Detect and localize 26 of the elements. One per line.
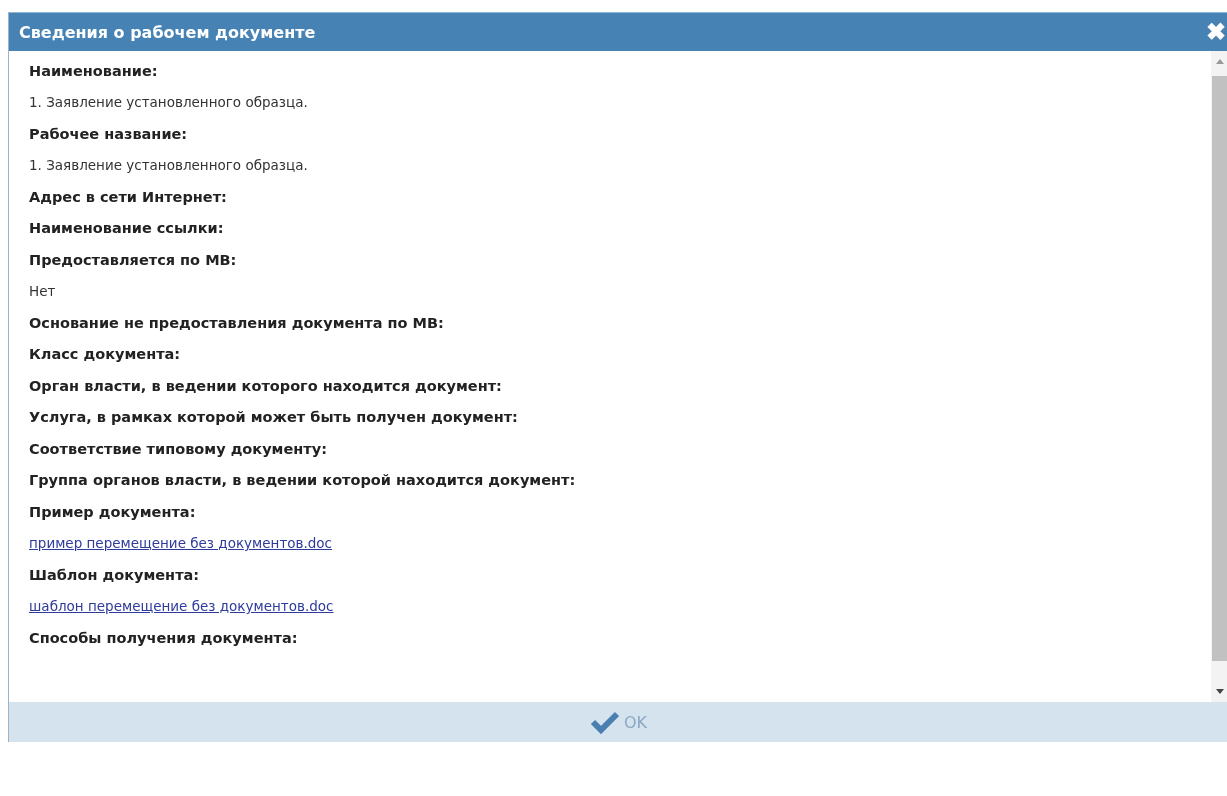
checkmark-icon [589, 710, 620, 734]
file-link[interactable]: шаблон перемещение без документов.doc [29, 598, 334, 615]
field-label: Способы получения документа: [29, 629, 298, 646]
field-value: Нет [29, 283, 56, 300]
field-label: Пример документа: [29, 503, 196, 520]
field-label: Предоставляется по МВ: [29, 251, 237, 268]
scroll-down-icon[interactable] [1215, 689, 1224, 694]
field-label: Орган власти, в ведении которого находится документ: [29, 377, 502, 394]
scroll-thumb[interactable] [1212, 76, 1227, 661]
field-label: Наименование: [29, 62, 158, 79]
field-label: Рабочее название: [29, 125, 188, 142]
file-link[interactable]: пример перемещение без документов.doc [29, 535, 332, 552]
close-button[interactable]: ✖ [1204, 20, 1227, 44]
field-value: 1. Заявление установленного образца. [29, 157, 308, 174]
field-label: Услуга, в рамках которой может быть получен документ: [29, 409, 518, 426]
scrollbar[interactable] [1211, 51, 1227, 702]
scroll-up-icon[interactable] [1215, 59, 1224, 64]
field-label: Адрес в сети Интернет: [29, 188, 227, 205]
window-title: Сведения о рабочем документе [19, 22, 316, 42]
field-label: Класс документа: [29, 346, 181, 363]
field-label: Наименование ссылки: [29, 220, 224, 237]
field-label: Соответствие типовому документу: [29, 440, 327, 457]
field-value: 1. Заявление установленного образца. [29, 94, 308, 111]
field-label: Группа органов власти, в ведении которой находится документ: [29, 472, 576, 489]
field-label: Основание не предоставления документа по МВ: [29, 314, 444, 331]
field-label: Шаблон документа: [29, 566, 200, 583]
